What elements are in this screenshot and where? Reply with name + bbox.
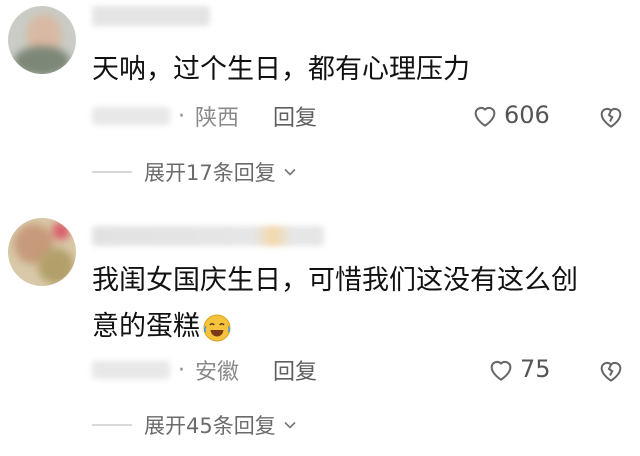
chevron-down-icon xyxy=(284,421,296,429)
timestamp xyxy=(92,361,170,379)
comment-meta: · 陕西 回复 xyxy=(92,100,317,132)
like-count: 606 xyxy=(504,101,550,129)
dislike-button[interactable] xyxy=(596,355,626,389)
location-label: 安徽 xyxy=(195,360,240,385)
crying-laughing-emoji-icon xyxy=(203,314,231,341)
avatar[interactable] xyxy=(8,6,76,74)
heart-outline-icon xyxy=(474,106,496,127)
comment-text-line-1: 我闺女国庆生日，可惜我们这没有这么创 xyxy=(92,265,578,296)
divider-line xyxy=(92,424,132,426)
heart-outline-icon xyxy=(490,360,512,381)
expand-replies-button[interactable]: 展开45条回复 xyxy=(92,410,298,440)
expand-replies-button[interactable]: 展开17条回复 xyxy=(92,157,298,187)
username[interactable] xyxy=(92,6,210,26)
comment-item: 我闺女国庆生日，可惜我们这没有这么创 意的蛋糕 · 安徽 回复 75 展开45条… xyxy=(0,210,640,456)
divider-line xyxy=(92,171,132,173)
chevron-down-icon xyxy=(284,168,296,176)
like-button[interactable]: 75 xyxy=(486,354,551,384)
like-button[interactable]: 606 xyxy=(470,100,550,130)
comment-text: 天呐，过个生日，都有心理压力 xyxy=(92,54,470,85)
reply-button[interactable]: 回复 xyxy=(273,100,317,132)
username[interactable] xyxy=(92,226,324,246)
broken-heart-icon xyxy=(600,361,622,382)
like-count: 75 xyxy=(520,355,551,383)
avatar[interactable] xyxy=(8,218,76,286)
comment-meta: · 安徽 回复 xyxy=(92,354,317,386)
timestamp xyxy=(92,107,170,125)
broken-heart-icon xyxy=(600,107,622,128)
expand-replies-label: 展开45条回复 xyxy=(144,414,276,438)
reply-button[interactable]: 回复 xyxy=(273,354,317,386)
dislike-button[interactable] xyxy=(596,101,626,135)
expand-replies-label: 展开17条回复 xyxy=(144,161,276,185)
comment-item: 天呐，过个生日，都有心理压力 · 陕西 回复 606 展开17条回复 xyxy=(0,0,640,200)
comment-text-line-2: 意的蛋糕 xyxy=(92,306,232,348)
location-label: 陕西 xyxy=(195,106,240,131)
